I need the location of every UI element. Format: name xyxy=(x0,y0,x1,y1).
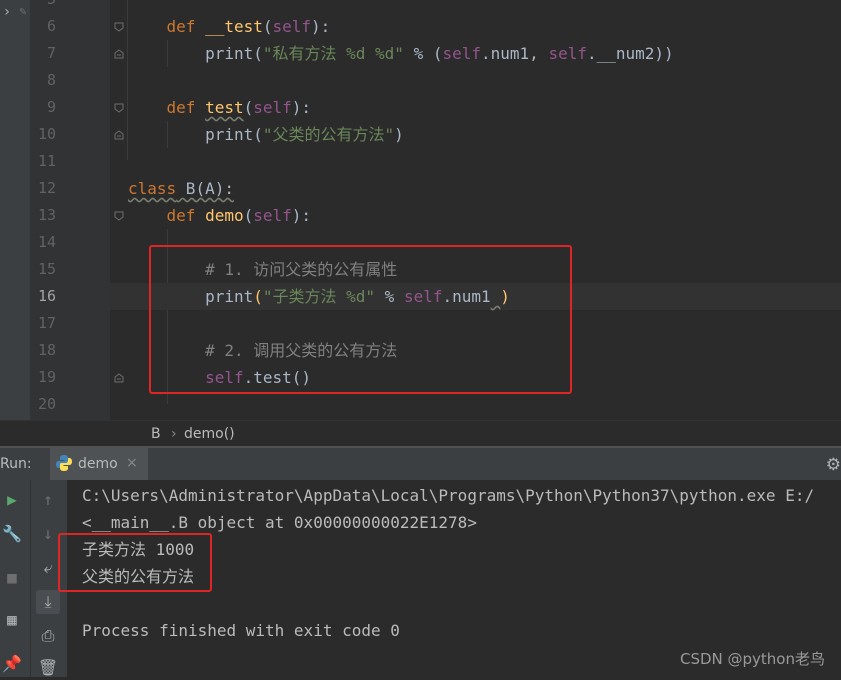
string-literal: "私有方法 %d %d" xyxy=(262,44,404,63)
line-number: 8 xyxy=(46,71,56,89)
scroll-to-end-icon[interactable]: ⤓ xyxy=(36,590,60,614)
attr: .__num2)) xyxy=(586,44,674,63)
builtin: print( xyxy=(205,44,263,63)
line-number: 12 xyxy=(37,179,56,197)
trash-icon[interactable]: 🗑 xyxy=(36,656,60,680)
breadcrumb-class[interactable]: B xyxy=(151,426,161,442)
console-line: <__main__.B object at 0x00000000022E1278… xyxy=(82,513,477,532)
line-number: 20 xyxy=(37,395,56,413)
breadcrumb-method[interactable]: demo() xyxy=(184,426,235,442)
python-icon xyxy=(55,454,73,476)
watermark: CSDN @python老鸟 xyxy=(679,650,825,668)
self-param: self xyxy=(272,17,312,36)
run-tab-label: demo xyxy=(78,456,118,472)
line-number: 14 xyxy=(37,233,56,251)
expand-arrow-icon[interactable]: › xyxy=(0,4,14,20)
console-line: Process finished with exit code 0 xyxy=(82,621,400,640)
punct: ): xyxy=(311,17,331,36)
code-line-13[interactable]: def demo(self): xyxy=(128,202,841,229)
keyword: class xyxy=(128,179,177,198)
fold-marker-icon[interactable] xyxy=(114,211,124,221)
code-line-9[interactable]: def test(self): xyxy=(128,94,841,121)
rerun-icon[interactable]: ▶ xyxy=(0,488,24,512)
punct: ( xyxy=(262,17,273,36)
line-number-current: 16 xyxy=(37,287,56,305)
arrow-down-icon[interactable]: ↓ xyxy=(36,522,60,546)
project-strip: › ✎ xyxy=(0,0,30,420)
line-number: 9 xyxy=(46,98,56,116)
line-number: 18 xyxy=(37,341,56,359)
line-number: 19 xyxy=(37,368,56,386)
function-name: test xyxy=(205,98,244,117)
arrow-up-icon[interactable]: ↑ xyxy=(36,488,60,512)
punct: ): xyxy=(291,206,312,225)
line-number: 7 xyxy=(46,44,56,62)
run-tab-demo[interactable]: demo × xyxy=(50,448,148,480)
strip-marker-icon: ✎ xyxy=(19,4,27,18)
keyword: def xyxy=(166,98,206,117)
keyword: def xyxy=(166,17,206,36)
wrench-icon[interactable]: 🔧 xyxy=(0,522,24,546)
punct: % ( xyxy=(403,44,443,63)
highlight-box-code xyxy=(149,245,572,394)
line-number: 11 xyxy=(37,152,56,170)
self-param: self xyxy=(253,206,292,225)
class-decl: B(A): xyxy=(176,179,234,198)
line-number: 13 xyxy=(37,206,56,224)
line-number: 17 xyxy=(37,314,56,332)
line-number: 6 xyxy=(46,17,56,35)
line-number: 5 xyxy=(30,0,56,13)
punct: ( xyxy=(243,98,254,117)
print-icon[interactable]: ⎙ xyxy=(36,624,60,648)
soft-wrap-icon[interactable]: ⤶ xyxy=(36,556,60,580)
code-line-12[interactable]: class B(A): xyxy=(128,175,841,202)
run-label: Run: xyxy=(0,456,32,472)
close-icon[interactable]: × xyxy=(126,455,138,471)
fold-end-icon[interactable] xyxy=(114,130,124,140)
layout-icon[interactable]: ▦ xyxy=(0,608,24,632)
run-toolbar-primary: ▶ 🔧 ■ ▦ 📌 xyxy=(0,480,30,677)
code-line-10[interactable]: print("父类的公有方法") xyxy=(128,121,841,148)
code-line-6[interactable]: def __test(self): xyxy=(128,13,841,40)
fold-marker-icon[interactable] xyxy=(114,103,124,113)
breadcrumb-separator: › xyxy=(171,426,177,442)
builtin: print( xyxy=(205,125,263,144)
function-name: demo xyxy=(205,206,244,225)
string-literal: "父类的公有方法" xyxy=(262,125,395,144)
breadcrumb: B › demo() xyxy=(0,420,841,447)
keyword: def xyxy=(166,206,206,225)
stop-icon[interactable]: ■ xyxy=(0,566,24,590)
punct: ): xyxy=(291,98,312,117)
fold-marker-icon[interactable] xyxy=(114,22,124,32)
highlight-box-output xyxy=(58,533,212,592)
line-number: 15 xyxy=(37,260,56,278)
gear-icon[interactable]: ⚙ xyxy=(826,455,841,475)
pin-icon[interactable]: 📌 xyxy=(0,652,24,676)
code-editor[interactable]: › ✎ 5 6 7 8 9 10 11 12 13 14 15 16 17 18… xyxy=(0,0,841,420)
self-ref: self xyxy=(442,44,481,63)
console-line: C:\Users\Administrator\AppData\Local\Pro… xyxy=(82,486,815,505)
fold-end-icon[interactable] xyxy=(114,49,124,59)
attr: .num1, xyxy=(481,44,549,63)
run-panel-header: Run: demo × ⚙ xyxy=(0,448,841,480)
punct: ( xyxy=(243,206,254,225)
fold-end-icon[interactable] xyxy=(114,373,124,383)
self-ref: self xyxy=(548,44,587,63)
code-line-7[interactable]: print("私有方法 %d %d" % (self.num1, self.__… xyxy=(128,40,841,67)
function-name: __test xyxy=(205,17,263,36)
self-param: self xyxy=(253,98,292,117)
punct: ) xyxy=(394,125,404,144)
line-number: 10 xyxy=(37,125,56,143)
